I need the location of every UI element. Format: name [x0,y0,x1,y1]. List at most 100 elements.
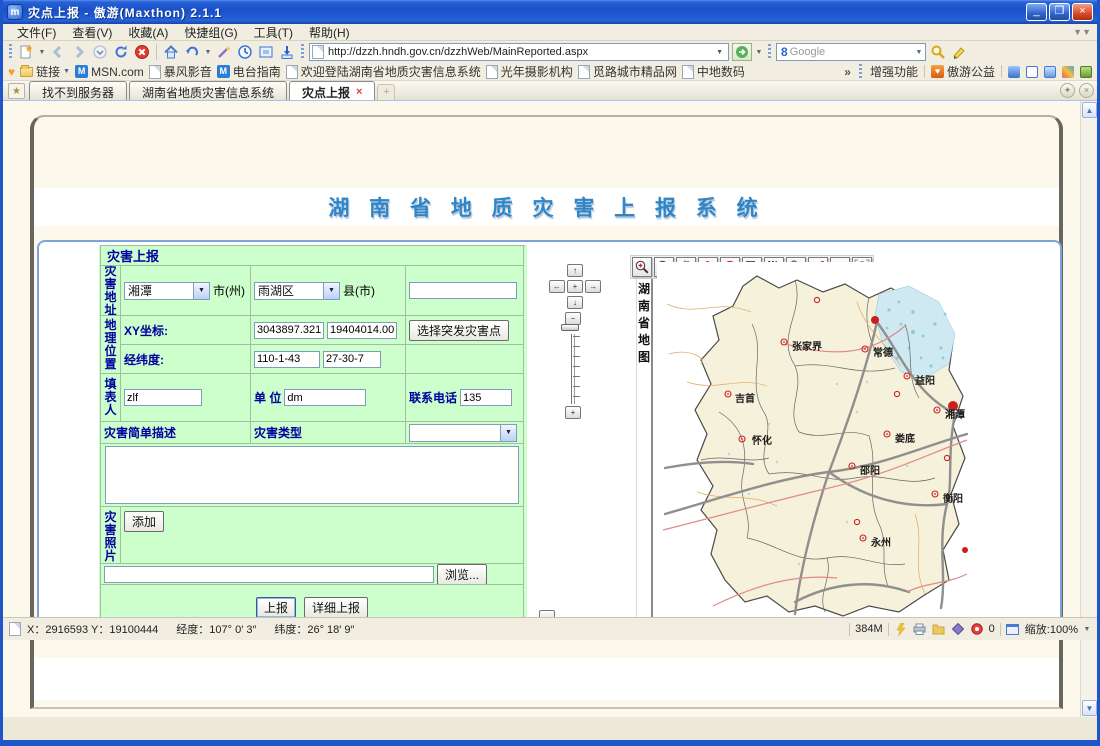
window-split-icon[interactable] [1026,66,1038,78]
go-button[interactable] [732,43,752,61]
undo-icon[interactable] [183,43,201,61]
enhance-features-link[interactable]: 增强功能 [870,63,918,80]
pan-center-button[interactable]: + [567,280,583,293]
bookmark-item[interactable]: 中地数码 [682,63,745,80]
description-textarea[interactable] [105,446,519,504]
stop-icon[interactable] [133,43,151,61]
bookmark-item[interactable]: 暴风影音 [149,63,212,80]
back-icon[interactable] [49,43,67,61]
new-tab-icon[interactable] [17,43,35,61]
tab-list-star-icon[interactable]: ★ [8,83,25,99]
menu-favorites[interactable]: 收藏(A) [120,23,176,42]
x-coordinate-input[interactable] [254,322,324,339]
toolbar-grip[interactable] [9,44,12,60]
city-select[interactable]: 湘潭▼ [124,282,210,300]
tab-disaster-report[interactable]: 灾点上报× [289,81,375,100]
menu-view[interactable]: 查看(V) [64,23,120,42]
county-select[interactable]: 雨湖区▼ [254,282,340,300]
submit-button[interactable]: 上报 [256,597,296,618]
printer-icon[interactable] [913,623,927,636]
zoom-dropdown-icon[interactable]: ▼ [1083,626,1091,633]
pick-disaster-point-button[interactable]: 选择突发灾害点 [409,320,509,341]
tab-close-icon[interactable]: × [356,86,362,98]
history-dropdown-icon[interactable] [91,43,109,61]
bookmark-links-folder[interactable]: 链接▼ [20,63,70,80]
disaster-type-select[interactable]: ▼ [409,424,517,442]
tab-server-not-found[interactable]: 找不到服务器 [29,81,127,100]
zoom-slider-track[interactable] [569,334,581,404]
favorites-heart-icon[interactable]: ♥ [8,65,15,79]
reporter-name-input[interactable] [124,389,202,406]
folder-icon[interactable] [932,623,946,636]
highlighter-icon[interactable] [950,43,968,61]
bookmark-item[interactable]: 觅路城市精品网 [578,63,677,80]
zoom-window-icon[interactable] [1006,623,1020,636]
menu-collapse-icon[interactable]: ▼▼ [1073,27,1091,37]
zoom-level[interactable]: 缩放:100% [1025,621,1078,637]
detail-submit-button[interactable]: 详细上报 [304,597,368,618]
bookmark-item[interactable]: M电台指南 [217,63,281,80]
plugin-box-icon[interactable] [1080,66,1092,78]
snap-frame-icon[interactable] [257,43,275,61]
menu-help[interactable]: 帮助(H) [301,23,358,42]
scroll-down-icon[interactable]: ▼ [1082,700,1097,716]
search-magnifier-icon[interactable] [929,43,947,61]
pan-up-button[interactable]: ↑ [567,264,583,277]
bookmarks-overflow-icon[interactable]: » [844,65,851,79]
address-dropdown-icon[interactable]: ▼ [713,49,726,56]
zoom-slider-handle[interactable] [561,324,579,331]
maxthon-charity-link[interactable]: ♥傲游公益 [931,63,995,80]
toolbar-grip[interactable] [859,64,862,80]
add-photo-button[interactable]: 添加 [124,511,164,532]
go-dropdown-icon[interactable]: ▼ [755,49,763,56]
toolbar-grip[interactable] [768,44,771,60]
file-path-input[interactable] [104,566,434,583]
menu-file[interactable]: 文件(F) [9,23,64,42]
zoom-in-icon[interactable] [632,257,652,277]
close-button[interactable]: × [1072,3,1093,21]
menu-tools[interactable]: 工具(T) [246,23,301,42]
notes-icon[interactable] [1044,66,1056,78]
browse-button[interactable]: 浏览... [437,564,487,585]
bookmark-item[interactable]: MMSN.com [75,65,144,79]
menu-groups[interactable]: 快捷组(G) [176,23,245,42]
zoom-in-step-button[interactable]: + [565,406,581,419]
pan-left-button[interactable]: ← [549,280,565,293]
unit-input[interactable] [284,389,366,406]
proxy-diamond-icon[interactable] [951,623,965,636]
refresh-icon[interactable] [112,43,130,61]
search-box[interactable]: 8 Google ▼ [776,43,926,61]
longitude-input[interactable] [254,351,320,368]
pan-right-button[interactable]: → [585,280,601,293]
history-clock-icon[interactable] [236,43,254,61]
bookmark-item[interactable]: 欢迎登陆湖南省地质灾害信息系统 [286,63,481,80]
undo-dropdown-icon[interactable]: ▼ [204,49,212,56]
pan-down-button[interactable]: ↓ [567,296,583,309]
new-tab-ghost[interactable]: + [377,84,395,100]
map-container[interactable]: 张家界常德益阳吉首湘潭娄底怀化邵阳衡阳永州 [657,262,970,625]
download-icon[interactable] [278,43,296,61]
address-bar[interactable]: http://dzzh.hndh.gov.cn/dzzhWeb/MainRepo… [309,43,729,61]
messenger-icon[interactable] [1008,66,1020,78]
bookmark-item[interactable]: 光年摄影机构 [486,63,573,80]
popup-blocker-icon[interactable] [970,623,984,636]
tab-tools-wrench-icon[interactable]: ✦ [1060,83,1075,98]
latitude-input[interactable] [323,351,381,368]
restore-button[interactable]: ❒ [1049,3,1070,21]
home-icon[interactable] [162,43,180,61]
address-detail-input[interactable] [409,282,517,299]
forward-icon[interactable] [70,43,88,61]
map-layer-strip[interactable]: 湖南省地图 [636,279,653,629]
scroll-up-icon[interactable]: ▲ [1082,102,1097,118]
new-tab-dropdown-icon[interactable]: ▼ [38,49,46,56]
phone-input[interactable] [460,389,512,406]
map-svg[interactable]: 张家界常德益阳吉首湘潭娄底怀化邵阳衡阳永州 [657,262,970,625]
search-dropdown-icon[interactable]: ▼ [915,49,923,56]
boost-lightning-icon[interactable] [894,623,908,636]
skins-icon[interactable] [1062,66,1074,78]
magic-wand-icon[interactable] [215,43,233,61]
y-coordinate-input[interactable] [327,322,397,339]
toolbar-grip[interactable] [301,44,304,60]
tab-bar-close-icon[interactable]: × [1079,83,1094,98]
minimize-button[interactable]: _ [1026,3,1047,21]
